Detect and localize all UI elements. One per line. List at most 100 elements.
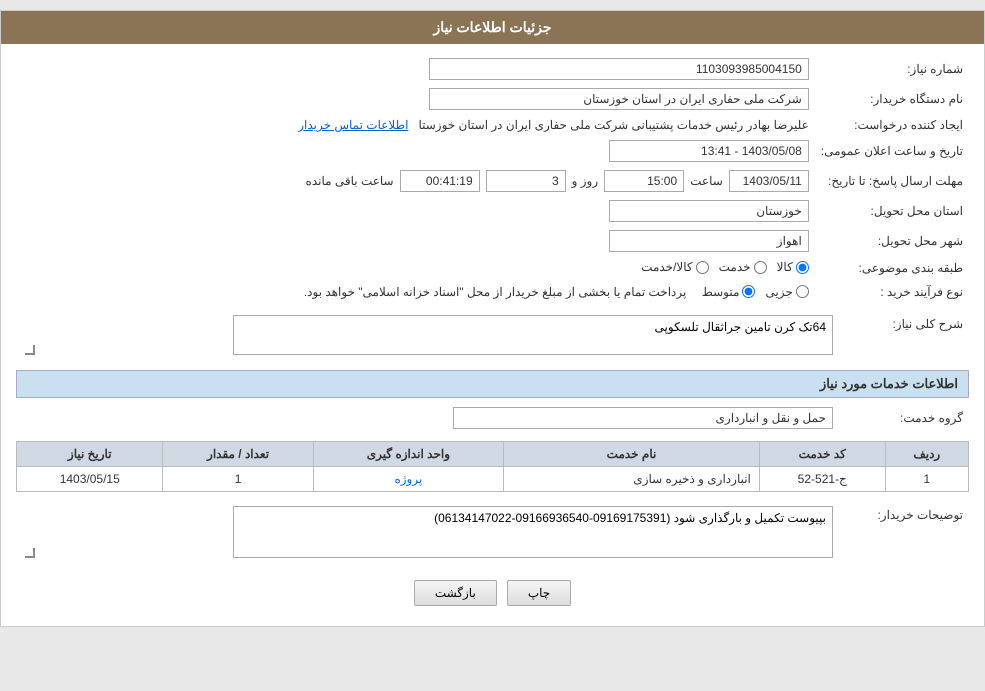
- shmare-input: 1103093985004150: [429, 58, 809, 80]
- radio-kala-khedmat: کالا/خدمت: [641, 260, 708, 274]
- unit-link[interactable]: پروژه: [394, 472, 422, 486]
- dastgah-label: نام دستگاه خریدار:: [815, 84, 969, 114]
- services-header-row: ردیف کد خدمت نام خدمت واحد اندازه گیری ت…: [17, 441, 969, 466]
- date-input: 1403/05/08 - 13:41: [609, 140, 809, 162]
- ostan-input: خوزستان: [609, 200, 809, 222]
- radio-kala-khedmat-input[interactable]: [696, 261, 709, 274]
- row-dastgah: نام دستگاه خریدار: شرکت ملی حفاری ایران …: [16, 84, 969, 114]
- cell-date: 1403/05/15: [17, 466, 163, 491]
- row-tabaqe: طبقه بندی موضوعی: کالا خدمت: [16, 256, 969, 281]
- page-wrapper: جزئیات اطلاعات نیاز شماره نیاز: 11030939…: [0, 10, 985, 627]
- row-group: گروه خدمت: حمل و نقل و انبارداری: [16, 403, 969, 433]
- button-row: چاپ بازگشت: [16, 580, 969, 606]
- ostan-label: استان محل تحویل:: [815, 196, 969, 226]
- services-table: ردیف کد خدمت نام خدمت واحد اندازه گیری ت…: [16, 441, 969, 492]
- noaa-description: پرداخت تمام یا بخشی از مبلغ خریدار از مح…: [304, 285, 687, 299]
- radio-motevaset: متوسط: [702, 285, 756, 299]
- radio-jozii-input[interactable]: [796, 285, 809, 298]
- description-table: توضیحات خریدار: بپیوست تکمیل و بارگذاری …: [16, 502, 969, 565]
- group-input: حمل و نقل و انبارداری: [453, 407, 833, 429]
- shahr-input: اهواز: [609, 230, 809, 252]
- col-unit: واحد اندازه گیری: [313, 441, 503, 466]
- row-shmare: شماره نیاز: 1103093985004150: [16, 54, 969, 84]
- saaat-label: ساعت: [690, 174, 723, 188]
- services-header: اطلاعات خدمات مورد نیاز: [16, 370, 969, 398]
- deadline-time-input: 15:00: [604, 170, 684, 192]
- col-date: تاریخ نیاز: [17, 441, 163, 466]
- services-table-body: 1 ج-521-52 انبارداری و ذخیره سازی پروژه …: [17, 466, 969, 491]
- description-textarea-wrapper: بپیوست تکمیل و بارگذاری شود (09169175391…: [22, 506, 833, 561]
- mhlat-value: 1403/05/11 ساعت 15:00 روز و 3 00:41:19 س…: [16, 166, 815, 196]
- col-name: نام خدمت: [504, 441, 760, 466]
- radio-kala-label: کالا: [777, 260, 793, 274]
- cell-count: 1: [163, 466, 313, 491]
- row-ostan: استان محل تحویل: خوزستان: [16, 196, 969, 226]
- description-label: توضیحات خریدار:: [839, 502, 969, 565]
- description-textarea[interactable]: بپیوست تکمیل و بارگذاری شود (09169175391…: [233, 506, 833, 558]
- cell-unit: پروژه: [313, 466, 503, 491]
- deadline-remaining-input: 00:41:19: [400, 170, 480, 192]
- creator-value: علیرضا بهادر رئیس خدمات پشتیبانی شرکت مل…: [16, 114, 815, 136]
- page-header: جزئیات اطلاعات نیاز: [1, 11, 984, 44]
- shahr-value: اهواز: [16, 226, 815, 256]
- sharh-value: 64تک کرن تامین جراثقال تلسکوپی: [16, 311, 839, 362]
- col-count: تعداد / مقدار: [163, 441, 313, 466]
- row-creator: ایجاد کننده درخواست: علیرضا بهادر رئیس خ…: [16, 114, 969, 136]
- noaa-radio-group: جزیی متوسط: [702, 285, 809, 299]
- date-value: 1403/05/08 - 13:41: [16, 136, 815, 166]
- content-area: شماره نیاز: 1103093985004150 نام دستگاه …: [1, 44, 984, 626]
- row-mhlat: مهلت ارسال پاسخ: تا تاریخ: 1403/05/11 سا…: [16, 166, 969, 196]
- radio-motevaset-input[interactable]: [742, 285, 755, 298]
- row-date: تاریخ و ساعت اعلان عمومی: 1403/05/08 - 1…: [16, 136, 969, 166]
- radio-khedmat-label: خدمت: [719, 260, 751, 274]
- group-value: حمل و نقل و انبارداری: [16, 403, 839, 433]
- col-row: ردیف: [885, 441, 968, 466]
- row-noaa: نوع فرآیند خرید : جزیی متوسط: [16, 281, 969, 303]
- table-row: 1 ج-521-52 انبارداری و ذخیره سازی پروژه …: [17, 466, 969, 491]
- back-button[interactable]: بازگشت: [414, 580, 497, 606]
- mhlat-label: مهلت ارسال پاسخ: تا تاریخ:: [815, 166, 969, 196]
- sharh-textarea[interactable]: 64تک کرن تامین جراثقال تلسکوپی: [233, 315, 833, 355]
- deadline-days-input: 3: [486, 170, 566, 192]
- sharh-label: شرح کلی نیاز:: [839, 311, 969, 362]
- shmare-label: شماره نیاز:: [815, 54, 969, 84]
- shmare-value: 1103093985004150: [16, 54, 815, 84]
- deadline-date-input: 1403/05/11: [729, 170, 809, 192]
- tabaqe-options: کالا خدمت کالا/خدمت: [16, 256, 815, 281]
- radio-khedmat: خدمت: [719, 260, 767, 274]
- sharh-section: شرح کلی نیاز: 64تک کرن تامین جراثقال تلس…: [16, 311, 969, 362]
- group-label: گروه خدمت:: [839, 403, 969, 433]
- sharh-table: شرح کلی نیاز: 64تک کرن تامین جراثقال تلس…: [16, 311, 969, 362]
- cell-code: ج-521-52: [759, 466, 885, 491]
- radio-kala: کالا: [777, 260, 809, 274]
- contact-link[interactable]: اطلاعات تماس خریدار: [298, 118, 408, 132]
- noaa-value: جزیی متوسط پرداخت تمام یا بخشی از مبلغ خ…: [16, 281, 815, 303]
- row-sharh: شرح کلی نیاز: 64تک کرن تامین جراثقال تلس…: [16, 311, 969, 362]
- radio-jozii: جزیی: [765, 285, 808, 299]
- cell-name: انبارداری و ذخیره سازی: [504, 466, 760, 491]
- print-button[interactable]: چاپ: [507, 580, 571, 606]
- services-table-head: ردیف کد خدمت نام خدمت واحد اندازه گیری ت…: [17, 441, 969, 466]
- creator-label: ایجاد کننده درخواست:: [815, 114, 969, 136]
- cell-row: 1: [885, 466, 968, 491]
- creator-text: علیرضا بهادر رئیس خدمات پشتیبانی شرکت مل…: [418, 118, 808, 132]
- description-value: بپیوست تکمیل و بارگذاری شود (09169175391…: [16, 502, 839, 565]
- dastgah-value: شرکت ملی حفاری ایران در استان خوزستان: [16, 84, 815, 114]
- sharh-textarea-wrapper: 64تک کرن تامین جراثقال تلسکوپی: [22, 315, 833, 358]
- row-description: توضیحات خریدار: بپیوست تکمیل و بارگذاری …: [16, 502, 969, 565]
- dastgah-input: شرکت ملی حفاری ایران در استان خوزستان: [429, 88, 809, 110]
- radio-kala-khedmat-label: کالا/خدمت: [641, 260, 692, 274]
- tabaqe-label: طبقه بندی موضوعی:: [815, 256, 969, 281]
- radio-kala-input[interactable]: [796, 261, 809, 274]
- radio-khedmat-input[interactable]: [754, 261, 767, 274]
- saaat-baghi-label: ساعت باقی مانده: [306, 174, 394, 188]
- ostan-value: خوزستان: [16, 196, 815, 226]
- noaa-label: نوع فرآیند خرید :: [815, 281, 969, 303]
- description-section: توضیحات خریدار: بپیوست تکمیل و بارگذاری …: [16, 502, 969, 565]
- tabaqe-radio-group: کالا خدمت کالا/خدمت: [641, 260, 809, 274]
- row-shahr: شهر محل تحویل: اهواز: [16, 226, 969, 256]
- radio-motevaset-label: متوسط: [702, 285, 740, 299]
- group-table: گروه خدمت: حمل و نقل و انبارداری: [16, 403, 969, 433]
- rooz-label: روز و: [572, 174, 599, 188]
- shahr-label: شهر محل تحویل:: [815, 226, 969, 256]
